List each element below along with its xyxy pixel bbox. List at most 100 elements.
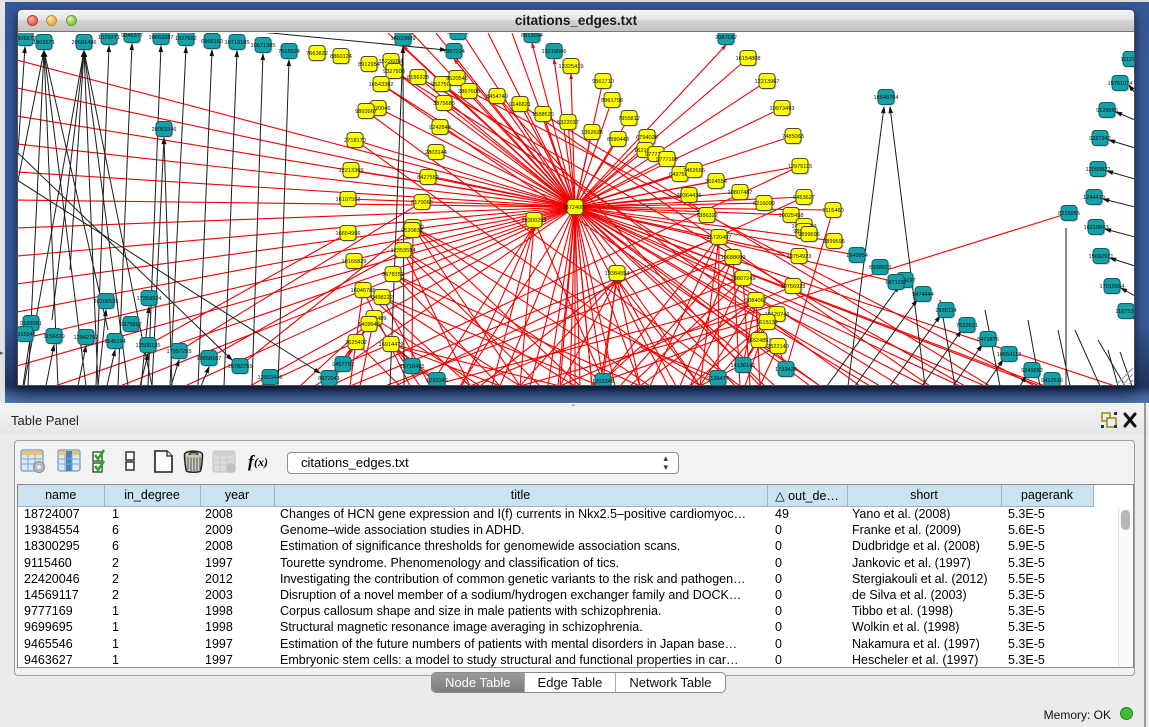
svg-text:9520546: 9520546 — [446, 76, 468, 82]
svg-text:8678352: 8678352 — [382, 272, 404, 278]
svg-text:9520832: 9520832 — [401, 228, 423, 234]
svg-text:9115460: 9115460 — [822, 208, 843, 214]
svg-text:16154808: 16154808 — [736, 56, 761, 62]
svg-text:19384554: 19384554 — [605, 271, 630, 277]
svg-text:19754923: 19754923 — [787, 254, 812, 260]
svg-text:9136477: 9136477 — [707, 376, 729, 382]
svg-text:7632621: 7632621 — [956, 323, 978, 329]
svg-text:12923446: 12923446 — [258, 375, 283, 381]
svg-text:12505135: 12505135 — [136, 343, 161, 349]
svg-text:16654966: 16654966 — [336, 231, 361, 237]
svg-text:2935114: 2935114 — [935, 308, 956, 314]
svg-text:9474444: 9474444 — [912, 292, 934, 298]
svg-text:8454749: 8454749 — [486, 94, 508, 100]
svg-text:9146821: 9146821 — [509, 102, 531, 108]
svg-text:10653287: 10653287 — [149, 35, 174, 41]
svg-text:16210643: 16210643 — [1084, 225, 1109, 231]
svg-text:6966160: 6966160 — [201, 39, 223, 45]
svg-text:7955812: 7955812 — [618, 116, 640, 122]
svg-text:8471876: 8471876 — [977, 337, 999, 343]
svg-text:17016504: 17016504 — [1100, 284, 1125, 290]
svg-text:7485063: 7485063 — [782, 134, 804, 140]
svg-text:9129966: 9129966 — [1096, 108, 1118, 114]
svg-text:8170066: 8170066 — [411, 200, 433, 206]
svg-text:1145194: 1145194 — [104, 339, 125, 345]
svg-text:5938923: 5938923 — [869, 265, 891, 271]
svg-text:17359924: 17359924 — [137, 296, 162, 302]
svg-text:1156829: 1156829 — [43, 334, 64, 340]
svg-text:5322037: 5322037 — [557, 120, 579, 126]
svg-text:8186328: 8186328 — [407, 75, 429, 81]
svg-text:17957255: 17957255 — [167, 349, 192, 355]
svg-text:1527602: 1527602 — [175, 36, 197, 42]
svg-text:13325419: 13325419 — [559, 64, 584, 70]
svg-text:16033809: 16033809 — [391, 36, 416, 42]
svg-text:15720407: 15720407 — [707, 235, 732, 241]
svg-text:9777169: 9777169 — [656, 157, 678, 163]
svg-text:2718170: 2718170 — [344, 138, 366, 144]
svg-text:6216099: 6216099 — [753, 201, 775, 207]
svg-text:15692971: 15692971 — [1089, 254, 1114, 260]
svg-text:9893967: 9893967 — [355, 109, 377, 115]
svg-text:7515524: 7515524 — [278, 49, 300, 55]
svg-text:9227342: 9227342 — [1089, 136, 1111, 142]
svg-text:3624554: 3624554 — [705, 179, 727, 185]
svg-text:1588520: 1588520 — [532, 112, 554, 118]
svg-text:10654112: 10654112 — [997, 352, 1021, 358]
svg-text:9412516: 9412516 — [1041, 378, 1063, 384]
svg-text:12975115: 12975115 — [788, 164, 812, 170]
svg-text:9975867: 9975867 — [120, 322, 142, 328]
svg-text:10973493: 10973493 — [770, 106, 795, 112]
svg-text:7386322: 7386322 — [696, 213, 718, 219]
svg-text:16782759: 16782759 — [228, 364, 253, 370]
svg-text:16648784: 16648784 — [874, 95, 899, 101]
svg-text:1409948: 1409948 — [358, 322, 380, 328]
svg-text:16107552: 16107552 — [336, 197, 361, 203]
svg-text:1733426: 1733426 — [775, 367, 797, 373]
svg-text:20364436: 20364436 — [677, 193, 702, 199]
svg-text:2522140: 2522140 — [767, 344, 789, 350]
svg-text:15751074: 15751074 — [1108, 81, 1133, 87]
svg-text:1202348: 1202348 — [592, 379, 614, 385]
svg-text:9242848: 9242848 — [429, 125, 451, 131]
svg-text:8912954: 8912954 — [358, 62, 380, 68]
svg-text:1167533: 1167533 — [1115, 309, 1134, 315]
svg-text:10688609: 10688609 — [721, 255, 746, 261]
svg-text:19218506: 19218506 — [542, 49, 567, 55]
svg-text:1905571: 1905571 — [33, 40, 55, 46]
svg-text:1362625: 1362625 — [581, 130, 603, 136]
svg-text:5498222: 5498222 — [371, 295, 393, 301]
svg-text:9899696: 9899696 — [798, 232, 820, 238]
svg-text:6794028: 6794028 — [636, 135, 658, 141]
svg-text:12942757: 12942757 — [74, 335, 99, 341]
svg-text:9046377: 9046377 — [121, 33, 143, 39]
svg-text:7663822: 7663822 — [306, 51, 328, 57]
svg-text:3875685: 3875685 — [433, 101, 455, 107]
svg-text:10671385: 10671385 — [251, 43, 276, 49]
svg-text:1079371: 1079371 — [98, 35, 120, 41]
svg-text:10807487: 10807487 — [728, 190, 753, 196]
svg-text:8672041: 8672041 — [318, 376, 340, 382]
svg-text:1112753: 1112753 — [1121, 57, 1134, 63]
svg-text:7857224: 7857224 — [443, 49, 465, 55]
svg-text:19166829: 19166829 — [342, 259, 367, 265]
svg-text:9245652: 9245652 — [1021, 368, 1043, 374]
svg-text:7625402: 7625402 — [345, 340, 367, 346]
svg-text:20206535: 20206535 — [94, 299, 119, 305]
svg-text:12093822: 12093822 — [1086, 167, 1111, 173]
svg-text:28300293: 28300293 — [522, 218, 547, 224]
svg-text:8990448: 8990448 — [607, 137, 629, 143]
svg-text:18807249: 18807249 — [731, 276, 756, 282]
svg-text:2087682: 2087682 — [715, 35, 737, 41]
svg-text:3915941: 3915941 — [18, 332, 36, 338]
svg-text:8860124: 8860124 — [330, 54, 352, 60]
svg-text:8215955: 8215955 — [1058, 211, 1080, 217]
svg-text:9899695: 9899695 — [823, 239, 845, 245]
svg-text:2867608: 2867608 — [458, 89, 480, 95]
svg-text:20053346: 20053346 — [152, 127, 177, 133]
svg-text:12213967: 12213967 — [755, 79, 780, 85]
svg-text:12213369: 12213369 — [339, 168, 364, 174]
svg-text:9561710: 9561710 — [592, 79, 614, 85]
svg-text:7462666: 7462666 — [683, 168, 705, 174]
svg-text:9639276: 9639276 — [447, 33, 469, 36]
